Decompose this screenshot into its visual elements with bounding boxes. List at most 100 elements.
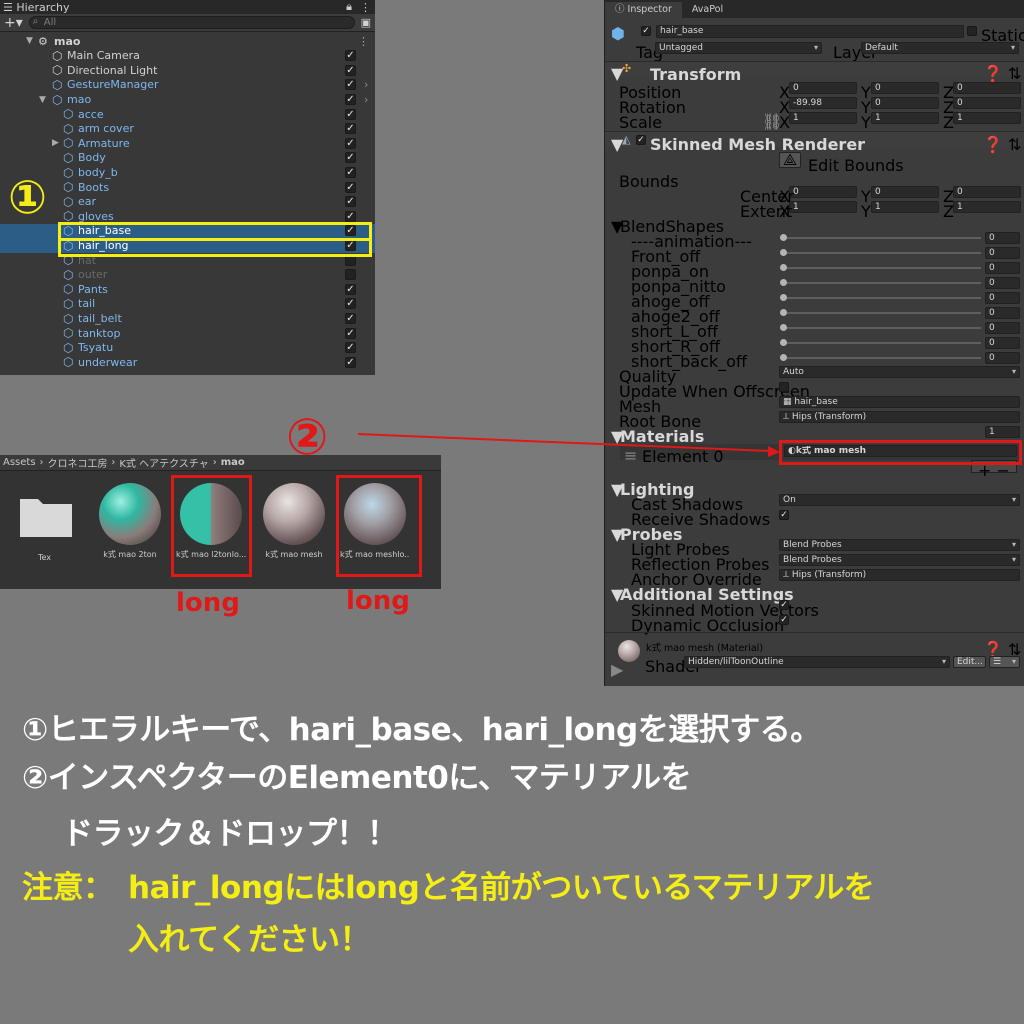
slider-knob[interactable] <box>780 309 787 316</box>
folder-icon[interactable] <box>18 493 74 539</box>
slider-knob[interactable] <box>780 324 787 331</box>
shader-menu-button[interactable]: ☰ <box>989 656 1020 668</box>
hierarchy-row[interactable]: ▼ ⬡ mao ✓ › <box>0 92 375 107</box>
expand-icon[interactable]: ▼ <box>26 36 33 46</box>
blendshape-value[interactable]: 0 <box>985 352 1020 364</box>
blendshape-slider[interactable] <box>783 327 981 329</box>
hierarchy-row[interactable]: ▶ ⬡ Armature ✓ <box>0 136 375 151</box>
blendshape-value[interactable]: 0 <box>985 337 1020 349</box>
blendshape-slider[interactable] <box>783 252 981 254</box>
visibility-checkbox[interactable] <box>345 269 356 281</box>
vector-field-x[interactable]: 0 <box>789 82 857 94</box>
slider-knob[interactable] <box>780 234 787 241</box>
vector-field-y[interactable]: 1 <box>871 201 939 213</box>
tab-inspector[interactable]: ⓘ Inspector <box>605 2 682 18</box>
hierarchy-row[interactable]: ⬡ body_b ✓ <box>0 165 375 180</box>
hierarchy-row[interactable]: ⬡ Directional Light ✓ <box>0 63 375 78</box>
visibility-checkbox[interactable]: ✓ <box>345 181 356 193</box>
smr-enabled-checkbox[interactable]: ✓ <box>636 135 646 145</box>
tab-avapol[interactable]: AvaPol <box>682 2 733 18</box>
visibility-checkbox[interactable]: ✓ <box>345 94 356 106</box>
object-name-field[interactable]: hair_base <box>656 25 964 38</box>
component-icons[interactable]: ❓ ⇅ ⋮ <box>983 64 1024 83</box>
shader-edit-button[interactable]: Edit... <box>953 656 986 668</box>
visibility-checkbox[interactable]: ✓ <box>345 167 356 179</box>
layer-dropdown[interactable]: Default <box>861 42 1019 54</box>
anchor-override-field[interactable]: ⟂ Hips (Transform) <box>779 569 1020 581</box>
vector-field-x[interactable]: 0 <box>789 186 857 198</box>
hierarchy-search-input[interactable]: All <box>28 16 355 29</box>
breadcrumb-item[interactable]: mao <box>221 457 245 468</box>
root-bone-field[interactable]: ⟂ Hips (Transform) <box>779 411 1020 423</box>
receive-shadows-checkbox[interactable]: ✓ <box>779 510 789 520</box>
breadcrumb-item[interactable]: K式 ヘアテクスチャ <box>119 455 208 470</box>
material-thumb[interactable]: k式 mao mesh <box>259 483 329 560</box>
hierarchy-row[interactable]: ⬡ Body ✓ <box>0 151 375 166</box>
vector-field-x[interactable]: 1 <box>789 201 857 213</box>
vector-field-x[interactable]: 1 <box>789 112 857 124</box>
more-icon[interactable]: ⋮ <box>360 1 371 14</box>
visibility-checkbox[interactable]: ✓ <box>345 210 356 222</box>
blendshape-value[interactable]: 0 <box>985 322 1020 334</box>
visibility-checkbox[interactable]: ✓ <box>345 327 356 339</box>
blendshape-slider[interactable] <box>783 282 981 284</box>
blendshape-value[interactable]: 0 <box>985 307 1020 319</box>
prefab-open-icon[interactable]: › <box>364 78 368 91</box>
visibility-checkbox[interactable]: ✓ <box>345 283 356 295</box>
slider-knob[interactable] <box>780 339 787 346</box>
hierarchy-row[interactable]: ⬡ Main Camera ✓ <box>0 49 375 64</box>
visibility-checkbox[interactable]: ✓ <box>345 108 356 120</box>
hierarchy-row[interactable]: ⬡ Pants ✓ <box>0 282 375 297</box>
visibility-checkbox[interactable]: ✓ <box>345 79 356 91</box>
prefab-open-icon[interactable]: › <box>364 93 368 106</box>
slider-knob[interactable] <box>780 294 787 301</box>
component-icons[interactable]: ❓ ⇅ ⋮ <box>983 135 1024 154</box>
hierarchy-row[interactable]: ⬡ ear ✓ <box>0 195 375 210</box>
hierarchy-row[interactable]: ⬡ outer <box>0 268 375 283</box>
hierarchy-row[interactable]: ⬡ acce ✓ <box>0 107 375 122</box>
visibility-checkbox[interactable]: ✓ <box>345 342 356 354</box>
blendshape-value[interactable]: 0 <box>985 277 1020 289</box>
slider-knob[interactable] <box>780 279 787 286</box>
hierarchy-row[interactable]: ⬡ arm cover ✓ <box>0 122 375 137</box>
hierarchy-row[interactable]: ⬡ underwear ✓ <box>0 355 375 370</box>
shader-dropdown[interactable]: Hidden/lilToonOutline <box>684 656 950 668</box>
vector-field-z[interactable]: 0 <box>953 97 1021 109</box>
vector-field-y[interactable]: 0 <box>871 186 939 198</box>
vector-field-y[interactable]: 0 <box>871 97 939 109</box>
mesh-field[interactable]: ▦ hair_base <box>779 396 1020 408</box>
blendshape-value[interactable]: 0 <box>985 232 1020 244</box>
visibility-checkbox[interactable]: ✓ <box>345 64 356 76</box>
edit-bounds-button[interactable]: ⟁ <box>779 152 801 168</box>
materials-count-field[interactable]: 1 <box>985 426 1020 438</box>
dynamic-occlusion-checkbox[interactable]: ✓ <box>779 615 789 625</box>
expand-icon[interactable]: ▶ <box>611 660 623 679</box>
slider-knob[interactable] <box>780 264 787 271</box>
vector-field-z[interactable]: 1 <box>953 201 1021 213</box>
drag-handle-icon[interactable]: ≡ <box>624 446 637 465</box>
hierarchy-row[interactable]: ⬡ Tsyatu ✓ <box>0 341 375 356</box>
hierarchy-row[interactable]: ⬡ Boots ✓ <box>0 180 375 195</box>
quality-dropdown[interactable]: Auto <box>779 366 1020 378</box>
hierarchy-row[interactable]: ⬡ tail ✓ <box>0 297 375 312</box>
breadcrumb-item[interactable]: クロネコ工房 <box>48 455 108 470</box>
vector-field-y[interactable]: 1 <box>871 112 939 124</box>
blendshape-slider[interactable] <box>783 312 981 314</box>
hierarchy-row[interactable]: ⬡ GestureManager ✓ › <box>0 78 375 93</box>
expand-icon[interactable]: ▼ <box>39 95 46 105</box>
vector-field-y[interactable]: 0 <box>871 82 939 94</box>
visibility-checkbox[interactable]: ✓ <box>345 196 356 208</box>
reflection-probes-dropdown[interactable]: Blend Probes <box>779 554 1020 566</box>
cast-shadows-dropdown[interactable]: On <box>779 494 1020 506</box>
blendshape-slider[interactable] <box>783 297 981 299</box>
visibility-checkbox[interactable]: ✓ <box>345 313 356 325</box>
material-thumb[interactable]: k式 mao 2ton <box>95 483 165 560</box>
active-checkbox[interactable]: ✓ <box>641 26 651 36</box>
slider-knob[interactable] <box>780 354 787 361</box>
tag-dropdown[interactable]: Untagged <box>655 42 822 54</box>
expand-icon[interactable]: ▶ <box>52 138 59 148</box>
blendshape-slider[interactable] <box>783 357 981 359</box>
slider-knob[interactable] <box>780 249 787 256</box>
visibility-checkbox[interactable]: ✓ <box>345 50 356 62</box>
scene-menu-icon[interactable]: ⋮ <box>358 35 369 48</box>
